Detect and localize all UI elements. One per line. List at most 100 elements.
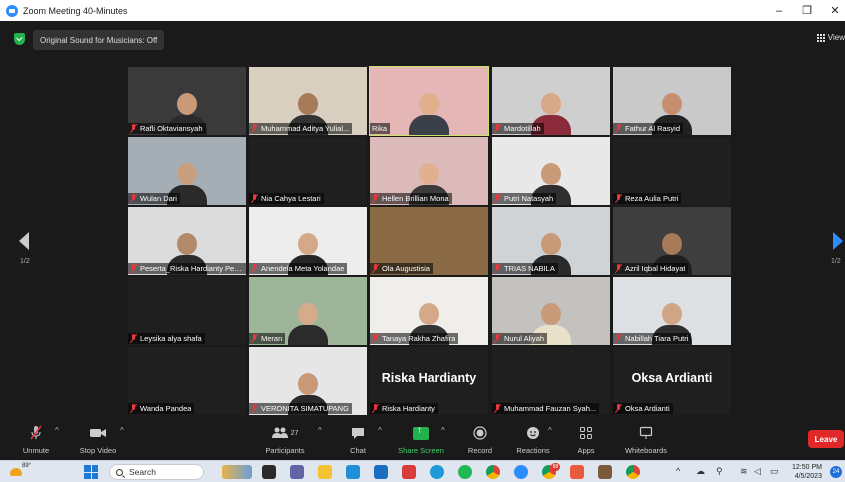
muted-mic-icon (494, 334, 501, 343)
participant-tile[interactable]: Peserta_Riska Hardianty Pen... (128, 207, 246, 275)
leave-button[interactable]: Leave (808, 430, 844, 448)
participant-tile[interactable]: Wanda Pandea (128, 347, 246, 415)
participant-tile[interactable]: Muhammad Aditya Yulial... (249, 67, 367, 135)
weather-widget[interactable]: 89° (8, 463, 31, 480)
original-sound-button[interactable]: Original Sound for Musicians: Off (33, 30, 165, 50)
window-titlebar: Zoom Meeting 40-Minutes – ❐ ✕ (0, 0, 845, 21)
participant-tile[interactable]: Rika (369, 66, 489, 136)
participants-button[interactable]: 27 Participants (255, 424, 315, 455)
mail-icon[interactable] (374, 465, 388, 479)
participant-name: VERONITA SIMATUPANG (261, 404, 349, 413)
participant-tile[interactable]: TRIAS NABILA (492, 207, 610, 275)
window-title: Zoom Meeting 40-Minutes (23, 5, 128, 16)
participant-name: Anendela Meta Yolandae (261, 264, 345, 273)
participant-tile[interactable]: Meran (249, 277, 367, 345)
participant-tile[interactable]: Rafli Oktaviansyah (128, 67, 246, 135)
stop-video-button[interactable]: Stop Video (68, 424, 128, 455)
task-view-icon[interactable] (262, 465, 276, 479)
powerpoint-icon[interactable] (570, 465, 584, 479)
video-options-caret-icon[interactable]: ^ (120, 426, 124, 435)
teams-chat-icon[interactable] (290, 465, 304, 479)
edge-browser-icon[interactable] (430, 465, 444, 479)
spotify-icon[interactable] (458, 465, 472, 479)
share-screen-label: Share Screen (398, 446, 444, 455)
participant-name: Wanda Pandea (140, 404, 192, 413)
muted-mic-icon (130, 264, 137, 273)
video-camera-icon (89, 424, 107, 442)
battery-icon[interactable]: ▭ (770, 466, 779, 477)
apps-button[interactable]: Apps (556, 424, 616, 455)
participant-tile[interactable]: Azril Iqbal Hidayat (613, 207, 731, 275)
participant-tile[interactable]: Nia Cahya Lestari (249, 137, 367, 205)
windows-start-icon[interactable] (84, 465, 98, 479)
minimize-button[interactable]: – (764, 0, 794, 21)
participant-tile[interactable]: Nabillah Tiara Putri (613, 277, 731, 345)
next-page-arrow-icon[interactable] (833, 232, 843, 250)
participant-name-bar: Tanaya Rakha Zhafira (370, 333, 459, 344)
onedrive-cloud-icon[interactable]: ☁ (696, 466, 705, 477)
reactions-button[interactable]: Reactions (503, 424, 563, 455)
participant-tile[interactable]: Oksa Ardianti Oksa Ardianti (613, 347, 731, 415)
participant-tile[interactable]: Tanaya Rakha Zhafira (370, 277, 488, 345)
notification-center-badge[interactable]: 24 (830, 466, 842, 478)
tray-overflow-caret-icon[interactable]: ^ (676, 466, 680, 476)
file-explorer-icon[interactable] (318, 465, 332, 479)
usb-icon[interactable]: ⚲ (716, 466, 723, 477)
zoom-taskbar-icon[interactable] (514, 465, 528, 479)
chat-caret-icon[interactable]: ^ (378, 426, 382, 435)
record-button[interactable]: Record (450, 424, 510, 455)
share-caret-icon[interactable]: ^ (441, 426, 445, 435)
muted-mic-icon (130, 334, 137, 343)
search-highlight-icon[interactable] (222, 465, 252, 479)
participant-tile[interactable]: Leysika alya shafa (128, 277, 246, 345)
wifi-icon[interactable]: ≋ (740, 466, 748, 477)
participant-name-bar: Nurul Aliyah (492, 333, 548, 344)
participant-tile[interactable]: Wulan Dari (128, 137, 246, 205)
close-button[interactable]: ✕ (820, 0, 845, 21)
taskbar-clock[interactable]: 12:50 PM 4/5/2023 (792, 463, 822, 481)
view-button[interactable]: View (816, 33, 845, 42)
mcafee-icon[interactable] (402, 465, 416, 479)
participant-tile[interactable]: Riska Hardianty Riska Hardianty (370, 347, 488, 415)
muted-mic-icon (615, 124, 622, 133)
taskbar-search-box[interactable]: Search (109, 464, 204, 480)
participant-tile[interactable]: Putri Natasyah (492, 137, 610, 205)
grid-view-icon (816, 33, 825, 42)
participant-name: Tanaya Rakha Zhafira (382, 334, 456, 343)
reactions-caret-icon[interactable]: ^ (548, 426, 552, 435)
participant-tile[interactable]: VERONITA SIMATUPANG (249, 347, 367, 415)
media-player-icon[interactable] (598, 465, 612, 479)
participant-tile[interactable]: Anendela Meta Yolandae (249, 207, 367, 275)
audio-options-caret-icon[interactable]: ^ (55, 426, 59, 435)
record-label: Record (467, 446, 493, 455)
reaction-smiley-icon (526, 424, 540, 442)
maximize-button[interactable]: ❐ (792, 0, 822, 21)
muted-mic-icon (372, 334, 379, 343)
participant-tile[interactable]: Hellen Brillian Mona (370, 137, 488, 205)
store-icon[interactable] (346, 465, 360, 479)
whiteboards-button[interactable]: Whiteboards (616, 424, 676, 455)
reactions-label: Reactions (516, 446, 550, 455)
chrome-profile-icon[interactable]: 88 (542, 463, 560, 479)
security-shield-icon[interactable] (14, 33, 25, 45)
participant-name-bar: Ola Augustisia (370, 263, 433, 274)
participant-tile[interactable]: Ola Augustisia (370, 207, 488, 275)
participant-name-bar: VERONITA SIMATUPANG (249, 403, 352, 414)
participant-tile[interactable]: Fathur Al Rasyid (613, 67, 731, 135)
participant-tile[interactable]: Mardotillah (492, 67, 610, 135)
previous-page-arrow-icon[interactable] (19, 232, 29, 250)
chrome-secondary-icon[interactable] (626, 465, 640, 479)
participant-name: Wulan Dari (140, 194, 177, 203)
participant-tile[interactable]: Muhammad Fauzan Syah... (492, 347, 610, 415)
stop-video-label: Stop Video (79, 446, 117, 455)
chrome-icon[interactable] (486, 465, 500, 479)
participant-tile[interactable]: Nurul Aliyah (492, 277, 610, 345)
participant-tile[interactable]: Reza Aulia Putri (613, 137, 731, 205)
volume-icon[interactable]: ◁ (754, 466, 761, 477)
muted-mic-icon (29, 424, 43, 442)
chat-label: Chat (350, 446, 366, 455)
participant-name: Oksa Ardianti (625, 404, 670, 413)
clock-time: 12:50 PM (792, 464, 822, 471)
participants-caret-icon[interactable]: ^ (318, 426, 322, 435)
participant-name-bar: Nia Cahya Lestari (249, 193, 324, 204)
